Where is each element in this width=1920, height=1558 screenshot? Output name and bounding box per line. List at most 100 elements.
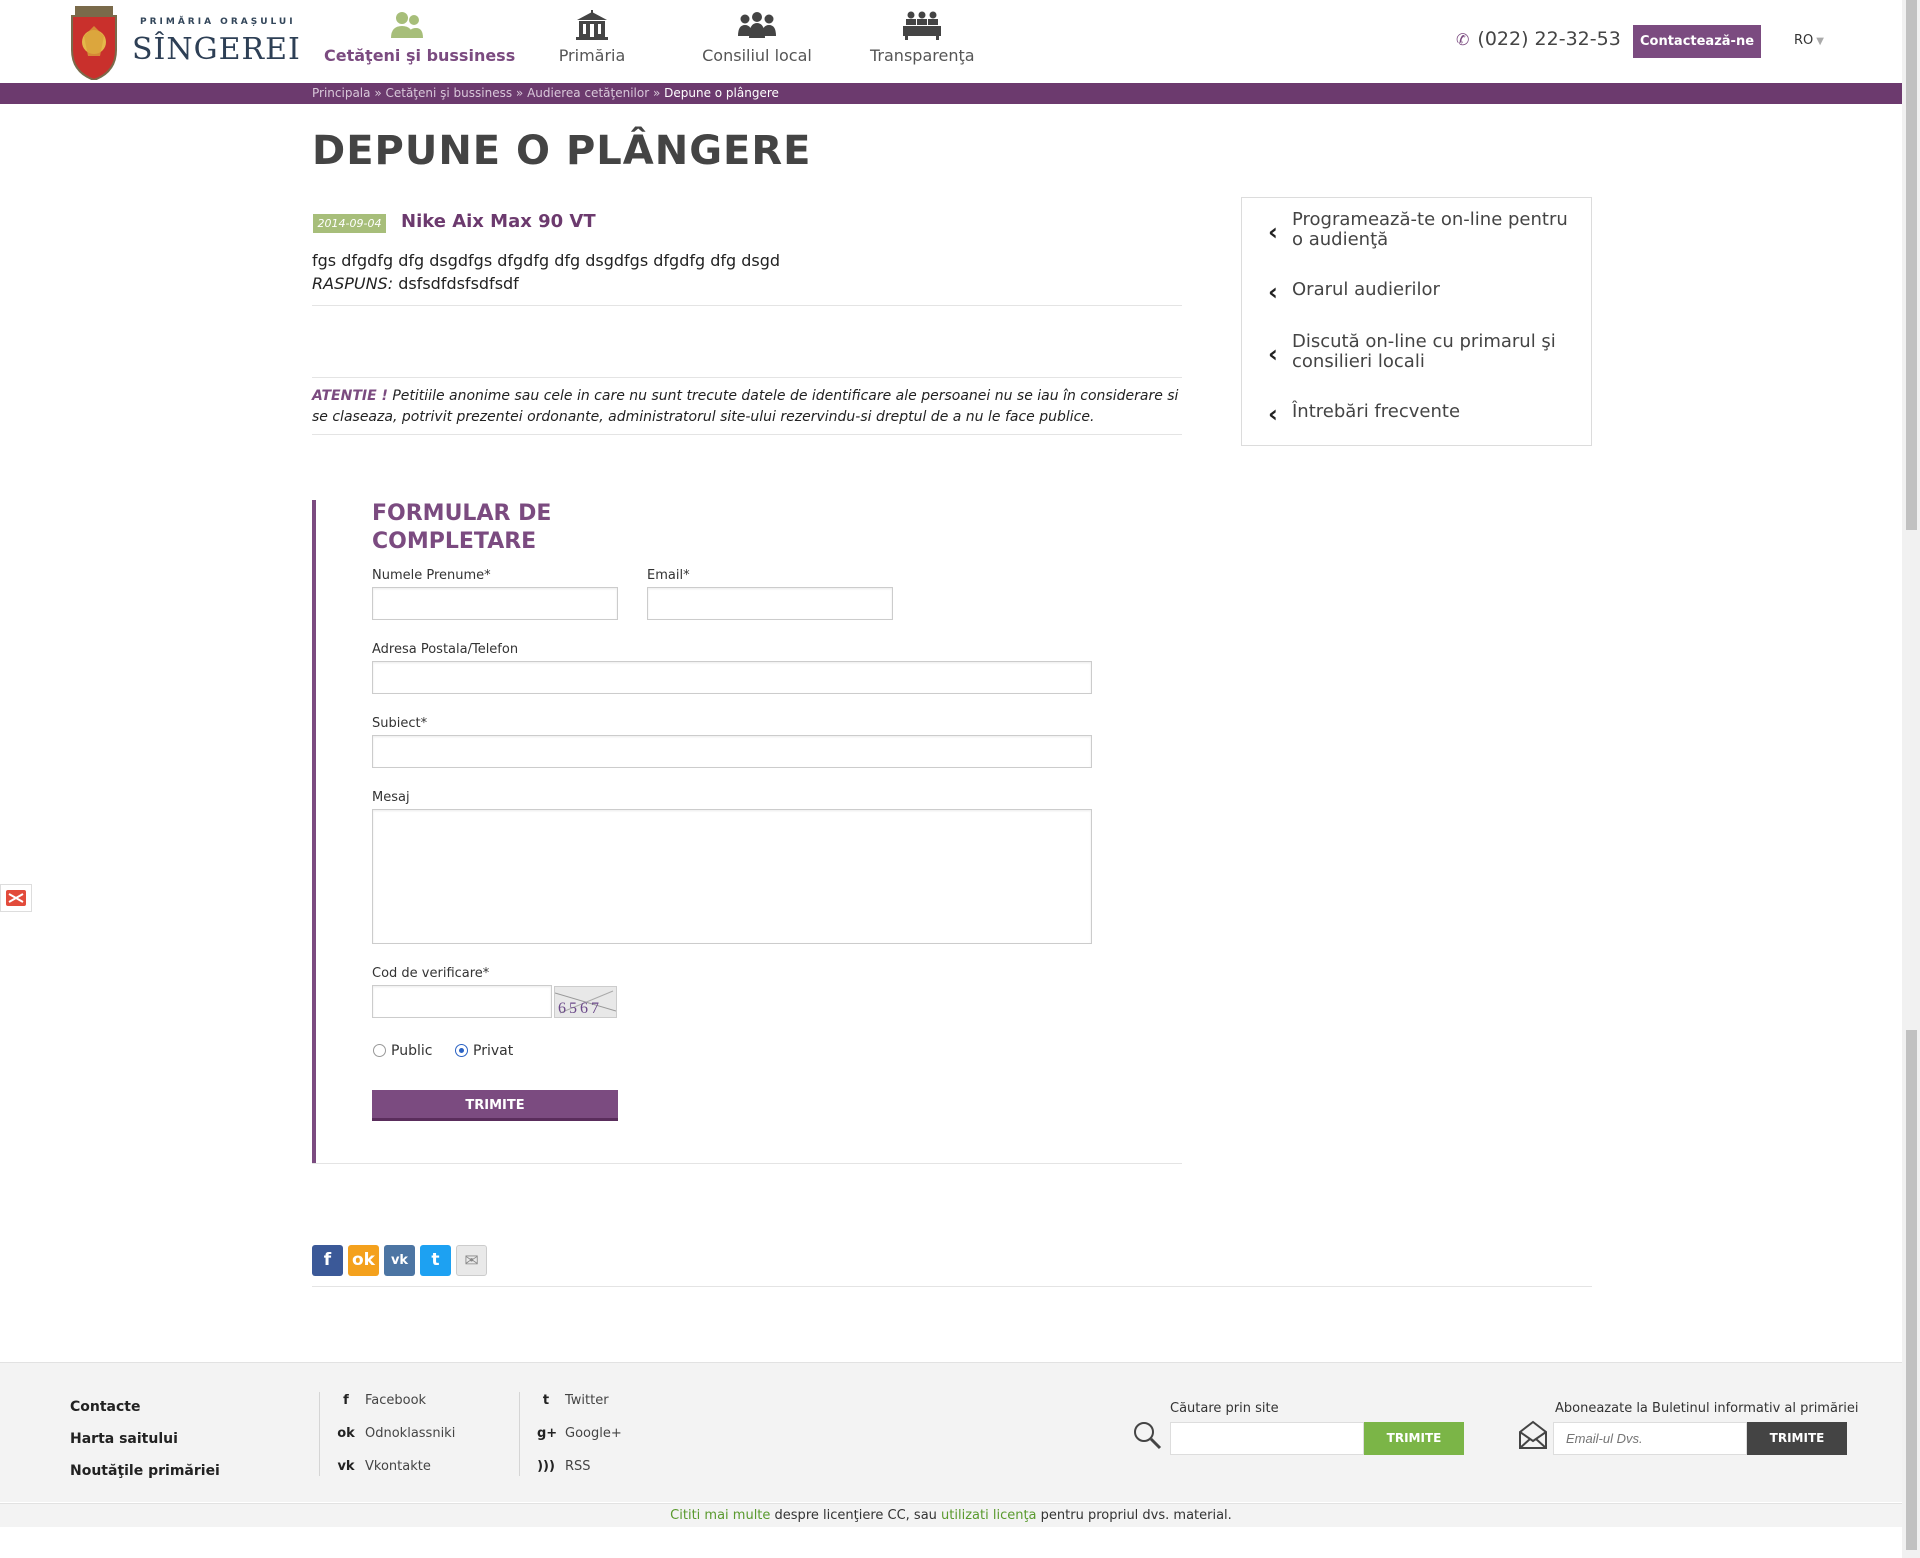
form-accent-bar [312, 500, 316, 1164]
newsletter-button[interactable]: TRIMITE [1747, 1422, 1847, 1455]
footer-link-contacts[interactable]: Contacte [70, 1399, 141, 1415]
citizens-icon [391, 12, 423, 38]
subject-input[interactable] [372, 735, 1092, 768]
floating-widget[interactable] [0, 884, 32, 912]
footer-odnoklassniki[interactable]: ok Odnoklassniki [337, 1426, 455, 1441]
sidebar-item-label: Programează-te on-line pentru o audienţă [1292, 209, 1568, 250]
contact-button[interactable]: Contactează-ne [1633, 25, 1761, 58]
breadcrumb-separator: » [649, 86, 665, 100]
address-label: Adresa Postala/Telefon [372, 642, 519, 657]
newsletter-label: Aboneazate la Buletinul informativ al pr… [1555, 1401, 1859, 1416]
captcha-image: 6567 [554, 986, 617, 1018]
warning-notice: ATENTIE ! Petitiile anonime sau cele in … [312, 386, 1187, 428]
sidebar-item-label: Orarul audierilor [1292, 279, 1440, 300]
phone-icon: ✆ [1456, 30, 1470, 49]
social-label: Odnoklassniki [365, 1426, 456, 1441]
form-title-line: FORMULAR DE [372, 501, 552, 526]
warning-label: ATENTIE ! [312, 388, 388, 404]
odnoklassniki-icon: ok [337, 1426, 355, 1441]
share-twitter-icon[interactable]: t [420, 1245, 451, 1276]
radio-label: Public [391, 1043, 433, 1059]
nav-local-council[interactable]: Consiliul local [697, 0, 817, 82]
footer-link-news[interactable]: Noutăţile primăriei [70, 1463, 220, 1479]
submit-button[interactable]: TRIMITE [372, 1090, 618, 1121]
license-bar: Cititi mai multe despre licenţiere CC, s… [0, 1503, 1902, 1527]
chevron-left-icon: ‹ [1268, 340, 1278, 368]
footer-twitter[interactable]: t Twitter [537, 1393, 609, 1408]
feedback-icon [6, 890, 26, 906]
name-label: Numele Prenume* [372, 568, 491, 583]
scrollbar-thumb[interactable] [1906, 0, 1917, 530]
logo-subtitle: PRIMĂRIA ORAȘULUI [140, 17, 296, 27]
warning-text: Petitiile anonime sau cele in care nu su… [312, 388, 1179, 425]
nav-citizens[interactable]: Cetăţeni şi bussiness [324, 0, 515, 82]
divider [312, 377, 1182, 378]
radio-button-checked[interactable] [455, 1044, 468, 1057]
breadcrumb: Principala » Cetăţeni şi bussiness » Aud… [312, 86, 779, 100]
breadcrumb-home[interactable]: Principala [312, 86, 371, 100]
search-button[interactable]: TRIMITE [1364, 1422, 1464, 1455]
sidebar-item-chat[interactable]: ‹ Discută on-line cu primarul şi consili… [1242, 332, 1591, 382]
logo[interactable]: PRIMĂRIA ORAȘULUI SÎNGEREI [70, 6, 300, 80]
sidebar-item-appointment[interactable]: ‹ Programează-te on-line pentru o audien… [1242, 210, 1591, 260]
social-label: RSS [565, 1459, 591, 1474]
license-read-more-link[interactable]: Cititi mai multe [670, 1508, 770, 1523]
newsletter-email-input[interactable] [1553, 1422, 1747, 1455]
message-textarea[interactable] [372, 809, 1092, 944]
city-hall-icon [576, 10, 608, 40]
entry-title[interactable]: Nike Aix Max 90 VT [401, 211, 596, 232]
social-label: Vkontakte [365, 1459, 431, 1474]
council-icon [738, 12, 776, 38]
breadcrumb-hearing[interactable]: Audierea cetăţenilor [527, 86, 649, 100]
page-title: DEPUNE O PLÂNGERE [312, 128, 812, 174]
phone-number: ✆ (022) 22-32-53 [1456, 28, 1621, 50]
captcha-input[interactable] [372, 985, 552, 1018]
radio-public[interactable]: Public [373, 1043, 432, 1059]
language-selector[interactable]: RO ▼ [1794, 33, 1824, 48]
breadcrumb-current: Depune o plângere [664, 86, 779, 100]
chevron-left-icon: ‹ [1268, 400, 1278, 428]
share-facebook-icon[interactable]: f [312, 1245, 343, 1276]
search-input[interactable] [1170, 1422, 1364, 1455]
vkontakte-icon: vk [337, 1459, 355, 1474]
footer-vkontakte[interactable]: vk Vkontakte [337, 1459, 431, 1474]
sidebar-item-label: Discută on-line cu primarul şi consilier… [1292, 331, 1556, 372]
entry-text: fgs dfgdfg dfg dsgdfgs dfgdfg dfg dsgdfg… [312, 251, 781, 270]
breadcrumb-citizens[interactable]: Cetăţeni şi bussiness [385, 86, 512, 100]
email-input[interactable] [647, 587, 893, 620]
address-input[interactable] [372, 661, 1092, 694]
facebook-icon: f [343, 1393, 349, 1408]
share-odnoklassniki-icon[interactable]: ok [348, 1245, 379, 1276]
nav-transparency[interactable]: Transparenţa [870, 0, 975, 82]
share-email-icon[interactable]: ✉ [456, 1245, 487, 1276]
breadcrumb-separator: » [512, 86, 528, 100]
search-icon [1134, 1422, 1162, 1450]
scrollbar-thumb[interactable] [1906, 1030, 1917, 1550]
radio-private[interactable]: Privat [455, 1043, 513, 1059]
footer-googleplus[interactable]: g+ Google+ [537, 1426, 622, 1441]
divider [312, 305, 1182, 306]
license-use-link[interactable]: utilizati licenţa [941, 1508, 1036, 1523]
message-label: Mesaj [372, 790, 410, 805]
divider [312, 434, 1182, 435]
breadcrumb-separator: » [370, 86, 386, 100]
footer-divider [319, 1392, 320, 1476]
transparency-icon [903, 11, 941, 40]
footer-rss[interactable]: ))) RSS [537, 1459, 591, 1474]
footer-link-sitemap[interactable]: Harta saitului [70, 1431, 178, 1447]
name-input[interactable] [372, 587, 618, 620]
share-vkontakte-icon[interactable]: vk [384, 1245, 415, 1276]
nav-label: Cetăţeni şi bussiness [324, 46, 516, 65]
nav-city-hall[interactable]: Primăria [540, 0, 644, 82]
form-title-line: COMPLETARE [372, 529, 537, 554]
divider [312, 1286, 1592, 1287]
language-label: RO [1794, 33, 1814, 48]
footer-divider [519, 1392, 520, 1476]
sidebar-item-faq[interactable]: ‹ Întrebări frecvente [1242, 400, 1591, 432]
radio-button[interactable] [373, 1044, 386, 1057]
radio-label: Privat [473, 1043, 514, 1059]
newsletter-envelope-icon [1519, 1420, 1547, 1449]
footer-facebook[interactable]: f Facebook [337, 1393, 426, 1408]
social-label: Twitter [565, 1393, 609, 1408]
sidebar-item-schedule[interactable]: ‹ Orarul audierilor [1242, 278, 1591, 310]
